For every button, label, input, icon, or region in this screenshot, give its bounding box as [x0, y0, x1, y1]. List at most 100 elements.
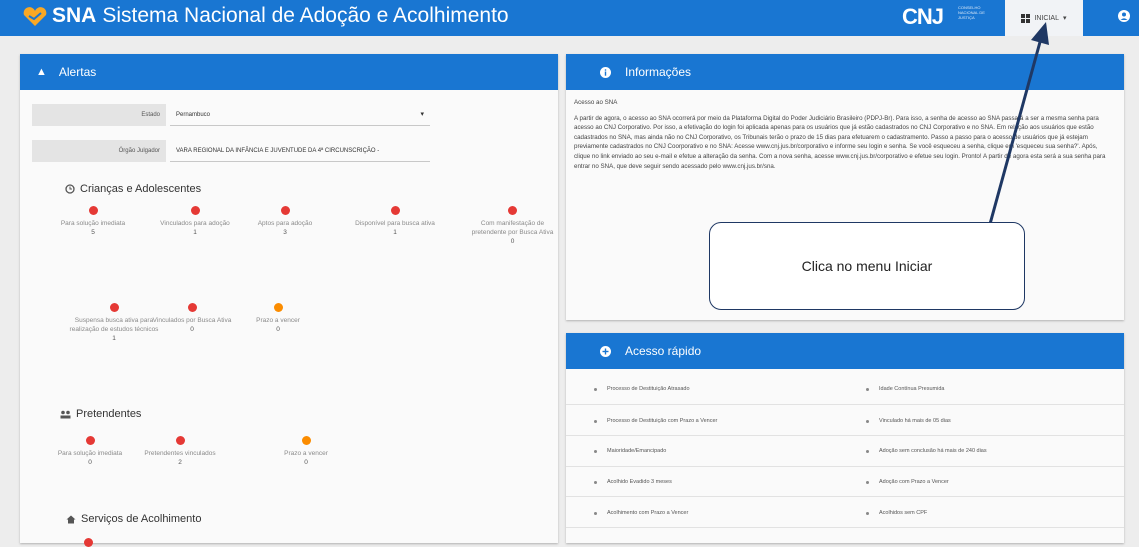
metric-vinculados-adocao[interactable]: Vinculados para adoção 1 [155, 206, 235, 237]
quick-link[interactable]: Processo de Destituição com Prazo a Venc… [594, 418, 717, 424]
quick-link[interactable]: Acolhimento com Prazo a Vencer [594, 510, 688, 516]
quick-link-label: Adoção sem conclusão há mais de 240 dias [879, 448, 987, 454]
metric-pretendentes-prazo-vencer[interactable]: Prazo a vencer 0 [266, 436, 346, 467]
acesso-rapido-title: Acesso rápido [625, 344, 702, 358]
metric-label: Prazo a vencer [284, 450, 328, 457]
top-navbar: SNA Sistema Nacional de Adoção e Acolhime… [0, 0, 1139, 36]
quick-link-label: Processo de Destituição com Prazo a Venc… [607, 418, 718, 424]
orgao-select[interactable]: VARA REGIONAL DA INFÂNCIA E JUVENTUDE DA… [170, 140, 430, 162]
alertas-title: Alertas [58, 65, 97, 79]
metric-vinculados-busca-ativa[interactable]: Vinculados por Busca Ativa 0 [152, 303, 232, 334]
quick-link[interactable]: Acolhidos sem CPF [866, 510, 927, 516]
grid-menu-icon [1021, 13, 1031, 23]
metric-busca-ativa[interactable]: Disponível para busca ativa 1 [355, 206, 435, 237]
servicos-section-title: Serviços de Acolhimento [66, 513, 201, 525]
quick-link[interactable]: Adoção sem conclusão há mais de 240 dias [866, 448, 987, 454]
metric-value: 3 [283, 229, 287, 236]
alertas-panel: ▲ Alertas [20, 54, 558, 543]
divider [566, 435, 1124, 436]
quick-link-label: Processo de Destituição Atrasado [607, 386, 690, 392]
quick-link[interactable]: Acolhido Evadido 3 meses [594, 479, 672, 485]
metric-manifestacao-pretendente[interactable]: Com manifestação de pretendente por Busc… [465, 206, 560, 246]
metric-label: Vinculados para adoção [160, 220, 230, 227]
bullet-icon [594, 449, 597, 453]
quick-link[interactable]: Vinculado há mais de 05 dias [866, 418, 951, 424]
estado-select[interactable]: Pernambuco ▾ [170, 104, 430, 126]
metric-label: Para solução imediata [60, 220, 126, 227]
metric-value: 1 [193, 229, 197, 236]
bullet-icon [594, 387, 597, 391]
metric-suspensa-busca-ativa[interactable]: Suspensa busca ativa para realização de … [66, 303, 162, 343]
alert-dot-icon [508, 206, 517, 215]
alertas-header[interactable]: ▲ Alertas [20, 54, 558, 90]
metric-label: Disponível para busca ativa [355, 220, 435, 227]
quick-link-label: Adoção com Prazo a Vencer [879, 479, 949, 485]
inicial-menu-label: INICIAL [1034, 14, 1059, 22]
bullet-icon [594, 419, 597, 423]
metric-value: 0 [304, 459, 308, 466]
metric-value: 1 [393, 229, 397, 236]
metric-prazo-vencer[interactable]: Prazo a vencer 0 [238, 303, 318, 334]
metric-label: Prazo a vencer [256, 317, 300, 324]
estado-value: Pernambuco [176, 112, 211, 118]
alert-dot-icon [88, 206, 98, 215]
acesso-rapido-header: Acesso rápido [566, 333, 1124, 369]
quick-link[interactable]: Maioridade/Emancipado [594, 448, 666, 454]
metric-value: 0 [190, 326, 194, 333]
quick-link-label: Acolhido Evadido 3 meses [607, 479, 672, 485]
metric-label: Vinculados por Busca Ativa [152, 317, 232, 324]
cnj-logo: CNJ [902, 4, 944, 29]
metric-label: Aptos para adoção [257, 220, 313, 227]
informacoes-subtitle: Acesso ao SNA [574, 99, 618, 106]
metric-pretendentes-vinculados[interactable]: Pretendentes vinculados 2 [140, 436, 220, 467]
bullet-icon [594, 511, 597, 515]
orgao-label: Órgão Julgador [32, 140, 166, 162]
informacoes-body: Acesso ao SNA A partir de agora, o acess… [574, 98, 1108, 175]
orgao-value: VARA REGIONAL DA INFÂNCIA E JUVENTUDE DA… [176, 148, 380, 154]
criancas-section-title: Crianças e Adolescentes [65, 183, 201, 195]
quick-link-label: Vinculado há mais de 05 dias [879, 418, 951, 424]
quick-link[interactable]: Idade Contínua Presumida [866, 386, 944, 392]
criancas-title: Crianças e Adolescentes [80, 183, 202, 195]
callout-text: Clica no menu Iniciar [801, 258, 933, 274]
cnj-logo-subtitle: CONSELHO NACIONAL DE JUSTIÇA [958, 5, 985, 20]
divider [566, 466, 1124, 467]
metric-solucao-imediata[interactable]: Para solução imediata 5 [53, 206, 133, 237]
pretendentes-title: Pretendentes [76, 408, 142, 420]
plus-circle-icon [600, 345, 611, 357]
alert-dot-icon [187, 303, 197, 312]
metric-pretendentes-solucao-imediata[interactable]: Para solução imediata 0 [50, 436, 130, 467]
alert-dot-icon [85, 436, 95, 445]
metric-aptos-adocao[interactable]: Aptos para adoção 3 [245, 206, 325, 237]
user-account-icon[interactable] [1118, 9, 1130, 23]
metric-value: 5 [91, 229, 95, 236]
people-icon [60, 410, 71, 418]
alert-dot-icon [280, 206, 290, 215]
alert-dot-icon [390, 206, 400, 215]
informacoes-header: Informações [566, 54, 1124, 90]
home-icon [66, 515, 76, 523]
warning-dot-icon [273, 303, 283, 312]
app-title: SNA Sistema Nacional de Adoção e Acolhime… [52, 4, 509, 28]
informacoes-title: Informações [625, 65, 692, 79]
select-caret-icon: ▾ [420, 111, 424, 118]
bullet-icon [866, 480, 869, 484]
servicos-title: Serviços de Acolhimento [81, 513, 202, 525]
inicial-menu-button[interactable]: INICIAL ▾ [1005, 0, 1083, 36]
metric-value: 0 [88, 459, 92, 466]
metric-value: 0 [510, 238, 515, 245]
alert-dot-icon [175, 436, 185, 445]
metric-value: 1 [112, 335, 116, 342]
estado-label: Estado [32, 104, 166, 126]
quick-link-label: Maioridade/Emancipado [607, 448, 667, 454]
warning-dot-icon [301, 436, 311, 445]
bullet-icon [594, 480, 597, 484]
quick-link[interactable]: Adoção com Prazo a Vencer [866, 479, 949, 485]
quick-link-label: Idade Contínua Presumida [879, 386, 945, 392]
triangle-up-icon: ▲ [36, 66, 47, 78]
quick-link-label: Acolhimento com Prazo a Vencer [607, 510, 689, 516]
metric-label: Pretendentes vinculados [144, 450, 216, 457]
divider [566, 496, 1124, 497]
quick-link[interactable]: Processo de Destituição Atrasado [594, 386, 690, 392]
divider [566, 527, 1124, 528]
